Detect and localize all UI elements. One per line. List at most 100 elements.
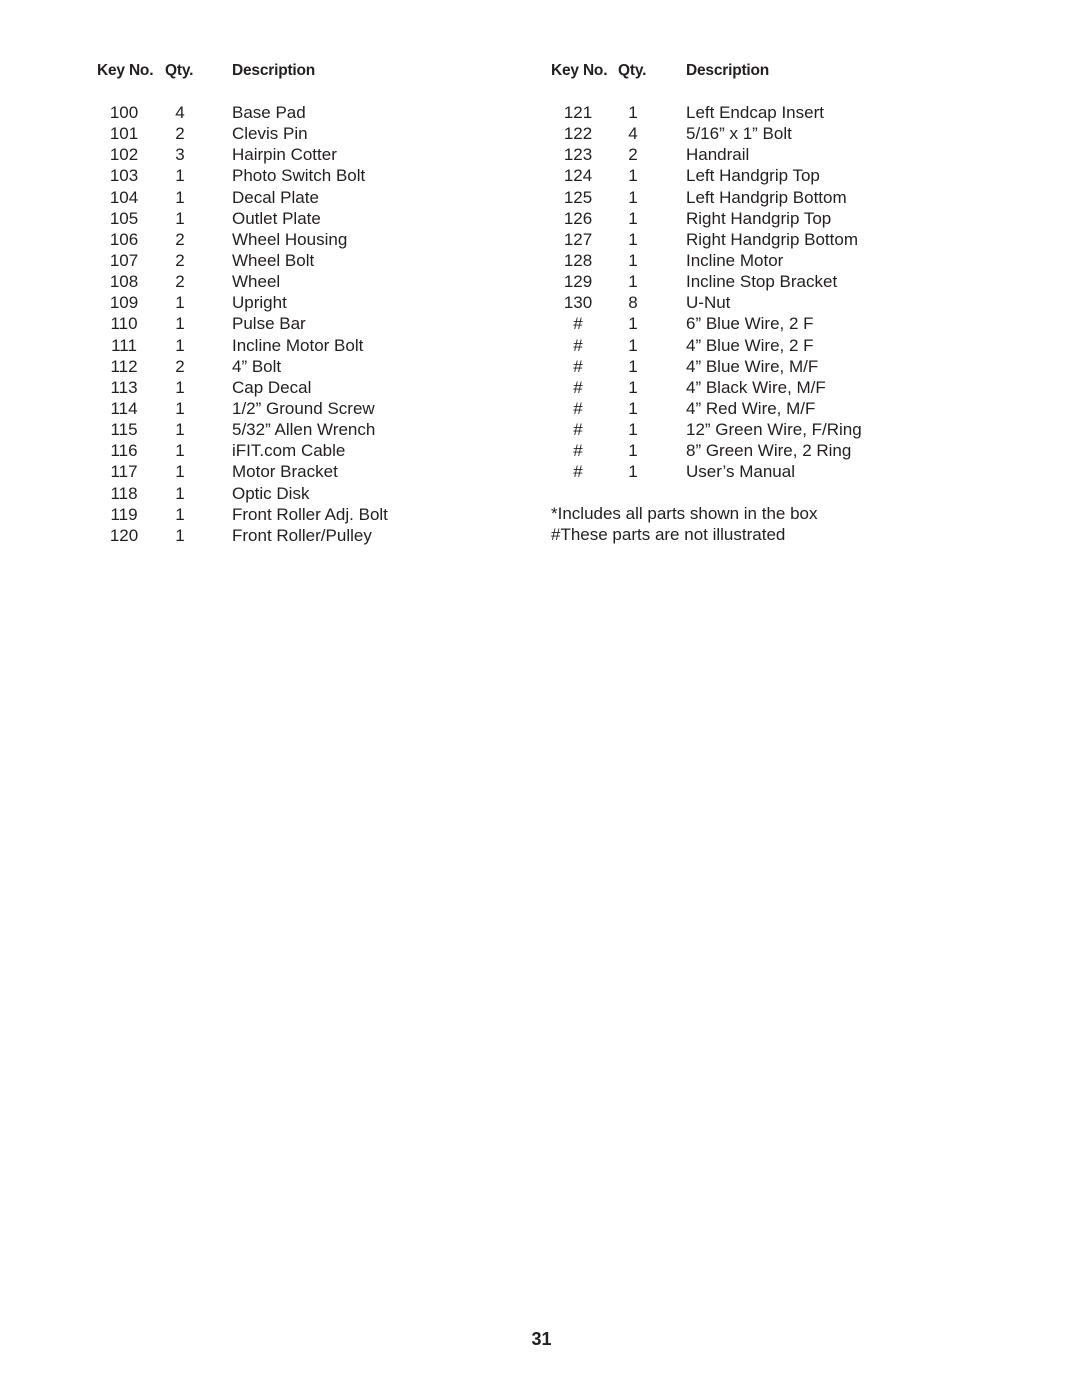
qty-cell: 1: [628, 398, 638, 418]
qty-cell: 1: [628, 272, 638, 292]
qty-cell: 4: [628, 124, 638, 144]
description-cell: Outlet Plate: [232, 208, 321, 228]
description-cell: Upright: [232, 293, 287, 313]
description-cell: Front Roller Adj. Bolt: [232, 504, 388, 524]
description-cell: 8” Green Wire, 2 Ring: [686, 441, 852, 461]
key-no-cell: 105: [109, 208, 139, 228]
key-no-cell: 103: [109, 166, 139, 186]
header-qty: Qty.: [165, 62, 194, 79]
description-cell: Left Handgrip Top: [686, 166, 820, 186]
key-no-cell: 111: [111, 335, 137, 355]
header-qty: Qty.: [618, 62, 647, 79]
qty-cell: 1: [628, 335, 638, 355]
qty-cell: 2: [175, 229, 185, 249]
footnotes: *Includes all parts shown in the box #Th…: [551, 503, 818, 545]
qty-cell: 1: [628, 314, 638, 334]
footnote-not-illustrated: #These parts are not illustrated: [551, 525, 786, 545]
key-no-cell: 128: [563, 250, 593, 270]
description-cell: Handrail: [686, 145, 750, 165]
description-cell: Incline Stop Bracket: [686, 272, 838, 292]
key-no-cell: #: [573, 462, 583, 482]
description-cell: Incline Motor Bolt: [232, 335, 364, 355]
key-no-cell: 115: [110, 420, 138, 440]
qty-cell: 1: [628, 103, 638, 122]
description-cell: Incline Motor: [686, 250, 784, 270]
header-key-no: Key No.: [551, 62, 608, 79]
qty-cell: 2: [628, 145, 638, 165]
qty-cell: 3: [175, 145, 185, 165]
qty-cell: 1: [175, 293, 185, 313]
qty-cell: 4: [175, 103, 185, 122]
description-cell: 4” Blue Wire, M/F: [686, 356, 819, 376]
description-cell: Hairpin Cotter: [232, 145, 337, 165]
qty-cell: 1: [628, 229, 638, 249]
description-cell: Motor Bracket: [232, 462, 338, 482]
description-cell: Right Handgrip Bottom: [686, 229, 858, 249]
description-cell: 4” Black Wire, M/F: [686, 377, 826, 397]
key-no-cell: 108: [109, 272, 139, 292]
qty-cell: 1: [175, 441, 185, 461]
description-cell: Cap Decal: [232, 377, 312, 397]
key-no-cell: 127: [563, 229, 593, 249]
description-cell: 5/32” Allen Wrench: [232, 420, 376, 440]
description-cell: Front Roller/Pulley: [232, 525, 372, 545]
qty-cell: 1: [175, 504, 185, 524]
key-no-cell: 116: [110, 441, 138, 461]
key-no-cell: 125: [563, 187, 593, 207]
qty-cell: 1: [175, 335, 185, 355]
key-no-cell: 109: [109, 293, 139, 313]
key-no-cell: 122: [563, 124, 593, 144]
qty-cell: 1: [175, 208, 185, 228]
description-cell: Pulse Bar: [232, 314, 306, 334]
qty-cell: 1: [628, 208, 638, 228]
qty-cell: 2: [175, 250, 185, 270]
qty-cell: 1: [175, 420, 185, 440]
qty-cell: 1: [628, 250, 638, 270]
header-key-no: Key No.: [97, 62, 154, 79]
key-no-cell: 102: [109, 145, 139, 165]
description-cell: 12” Green Wire, F/Ring: [686, 420, 862, 440]
description-cell: Decal Plate: [232, 187, 319, 207]
qty-cell: 1: [628, 441, 638, 461]
qty-cell: 8: [628, 293, 638, 313]
description-cell: Right Handgrip Top: [686, 208, 832, 228]
qty-cell: 1: [628, 356, 638, 376]
qty-cell: 1: [628, 187, 638, 207]
qty-cell: 1: [628, 420, 638, 440]
page-number: 31: [531, 1329, 552, 1349]
description-cell: Clevis Pin: [232, 124, 308, 144]
key-no-cell: #: [573, 441, 583, 461]
key-no-cell: 119: [110, 504, 138, 524]
key-no-cell: 126: [563, 208, 593, 228]
description-cell: 4” Bolt: [232, 356, 282, 376]
description-cell: 4” Red Wire, M/F: [686, 398, 816, 418]
key-no-cell: 112: [110, 356, 138, 376]
key-no-cell: #: [573, 335, 583, 355]
key-no-cell: 100: [109, 103, 139, 122]
qty-cell: 1: [175, 166, 185, 186]
description-cell: Wheel: [232, 272, 281, 292]
key-no-cell: 123: [563, 145, 593, 165]
qty-cell: 1: [175, 525, 185, 545]
key-no-cell: #: [573, 356, 583, 376]
key-no-cell: 110: [110, 314, 138, 334]
key-no-cell: #: [573, 398, 583, 418]
description-cell: Wheel Housing: [232, 229, 348, 249]
key-no-cell: 101: [109, 124, 139, 144]
header-description: Description: [232, 62, 316, 79]
key-no-cell: 104: [109, 187, 139, 207]
key-no-cell: 130: [563, 293, 593, 313]
qty-cell: 1: [628, 166, 638, 186]
footnote-included: *Includes all parts shown in the box: [551, 504, 818, 523]
description-cell: Left Handgrip Bottom: [686, 187, 847, 207]
description-cell: 4” Blue Wire, 2 F: [686, 335, 814, 355]
qty-cell: 1: [175, 377, 185, 397]
description-cell: Wheel Bolt: [232, 250, 315, 270]
description-cell: Base Pad: [232, 103, 306, 122]
description-cell: User’s Manual: [686, 462, 795, 482]
key-no-cell: 113: [110, 377, 138, 397]
qty-cell: 1: [175, 187, 185, 207]
description-cell: 5/16” x 1” Bolt: [686, 124, 792, 144]
key-no-cell: #: [573, 377, 583, 397]
qty-cell: 2: [175, 124, 185, 144]
